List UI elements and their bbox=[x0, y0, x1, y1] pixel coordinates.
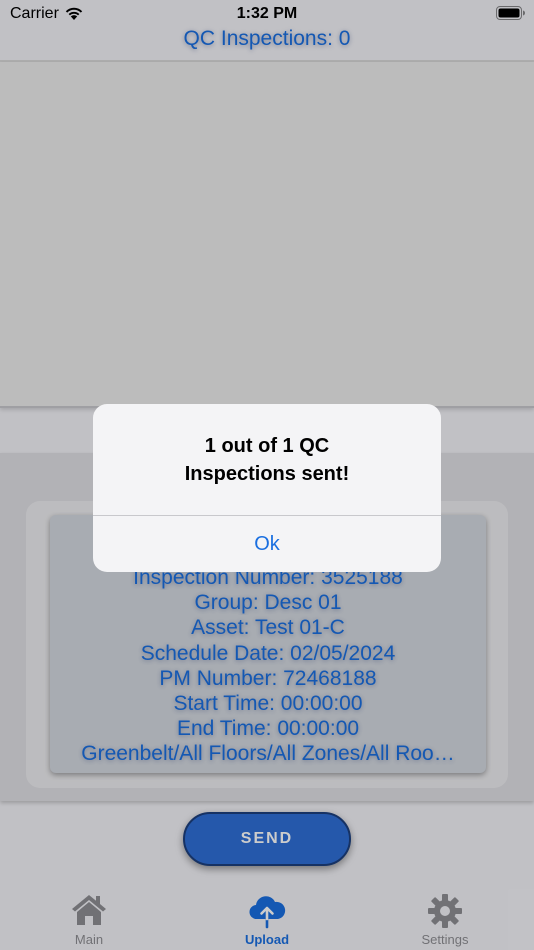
alert-dialog: 1 out of 1 QC Inspections sent! Ok bbox=[93, 404, 441, 572]
alert-title-line-2: Inspections sent! bbox=[184, 463, 350, 485]
alert-title-line-1: 1 out of 1 QC bbox=[204, 435, 330, 457]
ok-button[interactable]: Ok bbox=[93, 516, 441, 572]
upload-screen: Carrier 1:32 PM QC Inspections: 0 Inspec… bbox=[0, 0, 534, 950]
alert-title: 1 out of 1 QC Inspections sent! bbox=[93, 432, 441, 488]
